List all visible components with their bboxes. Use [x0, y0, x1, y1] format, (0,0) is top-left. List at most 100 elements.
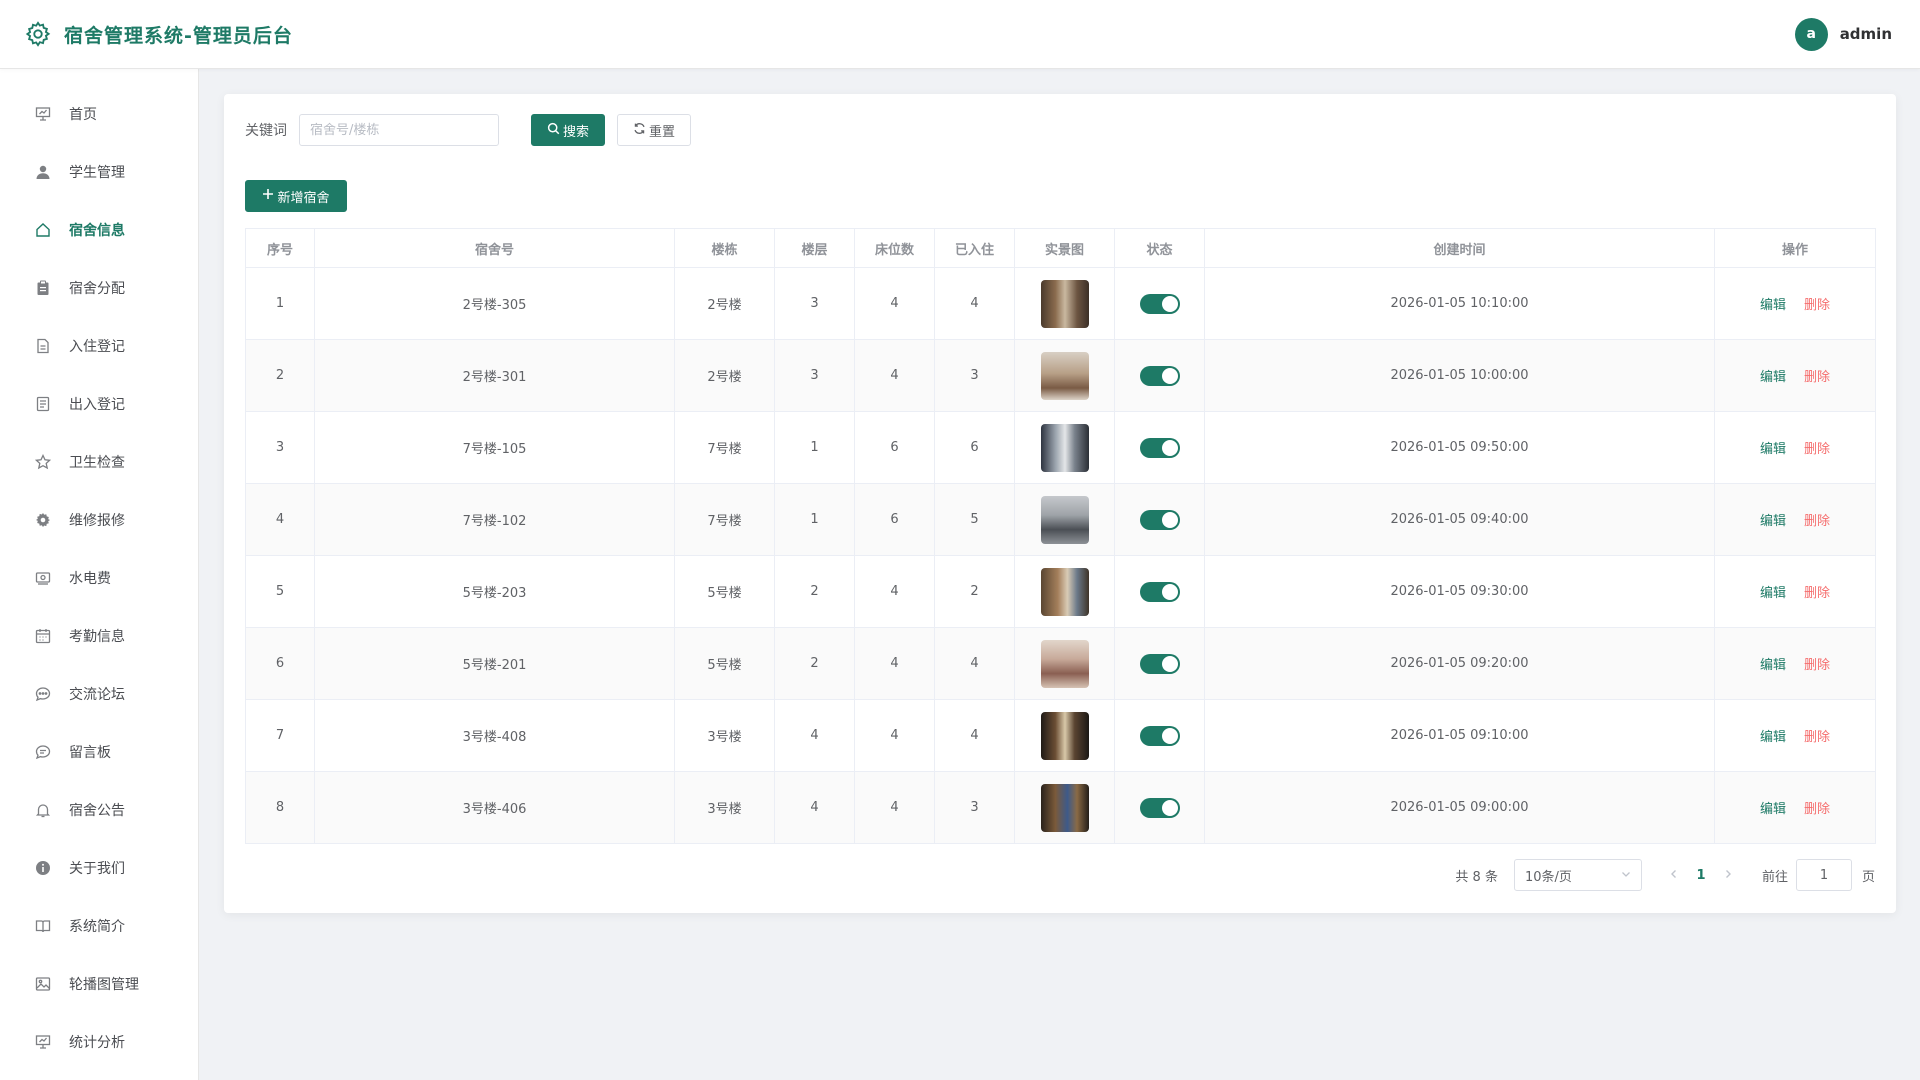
brand: 宿舍管理系统-管理员后台: [24, 20, 293, 48]
cell-occupied: 6: [934, 411, 1015, 484]
edit-link[interactable]: 编辑: [1760, 514, 1786, 529]
chevron-left-icon: [1670, 869, 1676, 878]
sidebar-item-hygiene[interactable]: 卫生检查: [0, 433, 198, 491]
sidebar-item-attendance[interactable]: 考勤信息: [0, 607, 198, 665]
cell-floor: 4: [774, 699, 855, 772]
cell-status: [1114, 267, 1205, 340]
sidebar-item-dorm-assign[interactable]: 宿舍分配: [0, 259, 198, 317]
table-row: 2 2号楼-301 2号楼 3 4 3 2026-01-05 10:00:00 …: [245, 339, 1876, 412]
cell-photo: [1014, 699, 1115, 772]
keyword-input[interactable]: [299, 114, 499, 146]
cell-created: 2026-01-05 10:00:00: [1204, 339, 1715, 412]
status-toggle[interactable]: [1139, 653, 1180, 674]
edit-link[interactable]: 编辑: [1760, 586, 1786, 601]
sidebar-item-repair[interactable]: 维修报修: [0, 491, 198, 549]
user-menu[interactable]: a admin: [1794, 17, 1892, 51]
sidebar-item-label: 宿舍信息: [69, 223, 125, 239]
status-toggle[interactable]: [1139, 725, 1180, 746]
sidebar-item-announcements[interactable]: 宿舍公告: [0, 781, 198, 839]
delete-link[interactable]: 删除: [1804, 658, 1830, 673]
goto-page-input[interactable]: [1795, 859, 1852, 891]
edit-link[interactable]: 编辑: [1760, 658, 1786, 673]
cell-occupied: 3: [934, 771, 1015, 844]
cell-created: 2026-01-05 09:30:00: [1204, 555, 1715, 628]
status-toggle[interactable]: [1139, 365, 1180, 386]
sidebar-item-students[interactable]: 学生管理: [0, 143, 198, 201]
picture-icon: [33, 974, 53, 994]
page-suffix-label: 页: [1861, 869, 1875, 885]
search-button[interactable]: 搜索: [531, 114, 605, 146]
edit-link[interactable]: 编辑: [1760, 298, 1786, 313]
cell-building: 2号楼: [674, 339, 775, 412]
status-toggle[interactable]: [1139, 581, 1180, 602]
top-header: 宿舍管理系统-管理员后台 a admin: [0, 0, 1920, 69]
dorm-photo-thumbnail[interactable]: [1040, 639, 1089, 688]
cell-actions: 编辑 删除: [1714, 555, 1876, 628]
sidebar-item-utilities[interactable]: 水电费: [0, 549, 198, 607]
reset-button[interactable]: 重置: [617, 114, 691, 146]
username[interactable]: admin: [1840, 25, 1892, 43]
status-toggle[interactable]: [1139, 437, 1180, 458]
document-icon: [33, 336, 53, 356]
chevron-right-icon: [1725, 869, 1731, 878]
sidebar-item-checkin[interactable]: 入住登记: [0, 317, 198, 375]
column-header: 操作: [1714, 228, 1876, 268]
column-header: 床位数: [854, 228, 935, 268]
add-dorm-button[interactable]: 新增宿舍: [245, 180, 347, 212]
delete-link[interactable]: 删除: [1804, 370, 1830, 385]
status-toggle[interactable]: [1139, 797, 1180, 818]
page-number-current[interactable]: 1: [1684, 868, 1718, 883]
delete-link[interactable]: 删除: [1804, 730, 1830, 745]
sidebar-item-dorm-info[interactable]: 宿舍信息: [0, 201, 198, 259]
sidebar-item-forum[interactable]: 交流论坛: [0, 665, 198, 723]
edit-link[interactable]: 编辑: [1760, 442, 1786, 457]
cell-created: 2026-01-05 09:00:00: [1204, 771, 1715, 844]
cell-floor: 3: [774, 339, 855, 412]
edit-link[interactable]: 编辑: [1760, 370, 1786, 385]
cell-created: 2026-01-05 09:50:00: [1204, 411, 1715, 484]
prev-page-button[interactable]: [1664, 868, 1684, 883]
status-toggle[interactable]: [1139, 293, 1180, 314]
avatar[interactable]: a: [1794, 17, 1828, 51]
delete-link[interactable]: 删除: [1804, 298, 1830, 313]
cell-building: 2号楼: [674, 267, 775, 340]
edit-link[interactable]: 编辑: [1760, 802, 1786, 817]
dorm-photo-thumbnail[interactable]: [1040, 423, 1089, 472]
status-toggle[interactable]: [1139, 509, 1180, 530]
sidebar-item-message-board[interactable]: 留言板: [0, 723, 198, 781]
dorm-photo-thumbnail[interactable]: [1040, 495, 1089, 544]
sidebar-item-about[interactable]: 关于我们: [0, 839, 198, 897]
page-size-select[interactable]: 10条/页: [1513, 859, 1642, 891]
delete-link[interactable]: 删除: [1804, 802, 1830, 817]
cell-created: 2026-01-05 09:20:00: [1204, 627, 1715, 700]
dorm-photo-thumbnail[interactable]: [1040, 279, 1089, 328]
delete-link[interactable]: 删除: [1804, 442, 1830, 457]
goto-label: 前往: [1761, 869, 1788, 885]
cell-actions: 编辑 删除: [1714, 267, 1876, 340]
edit-link[interactable]: 编辑: [1760, 730, 1786, 745]
cell-room: 2号楼-305: [314, 267, 675, 340]
column-header: 状态: [1114, 228, 1205, 268]
table-row: 7 3号楼-408 3号楼 4 4 4 2026-01-05 09:10:00 …: [245, 699, 1876, 772]
cell-photo: [1014, 627, 1115, 700]
dorm-photo-thumbnail[interactable]: [1040, 567, 1089, 616]
sidebar-item-label: 水电费: [69, 571, 111, 587]
delete-link[interactable]: 删除: [1804, 514, 1830, 529]
delete-link[interactable]: 删除: [1804, 586, 1830, 601]
clipboard-icon: [33, 278, 53, 298]
sidebar-item-home[interactable]: 首页: [0, 85, 198, 143]
sidebar-item-carousel[interactable]: 轮播图管理: [0, 955, 198, 1013]
sidebar-item-access-log[interactable]: 出入登记: [0, 375, 198, 433]
dorm-photo-thumbnail[interactable]: [1040, 783, 1089, 832]
sidebar-item-statistics[interactable]: 统计分析: [0, 1013, 198, 1071]
cell-no: 2: [245, 339, 315, 412]
next-page-button[interactable]: [1718, 868, 1738, 883]
dorm-photo-thumbnail[interactable]: [1040, 351, 1089, 400]
gear-icon: [24, 20, 52, 48]
cell-no: 4: [245, 483, 315, 556]
dorm-photo-thumbnail[interactable]: [1040, 711, 1089, 760]
sidebar-item-intro[interactable]: 系统简介: [0, 897, 198, 955]
cell-beds: 4: [854, 555, 935, 628]
cell-floor: 4: [774, 771, 855, 844]
user-icon: [33, 162, 53, 182]
